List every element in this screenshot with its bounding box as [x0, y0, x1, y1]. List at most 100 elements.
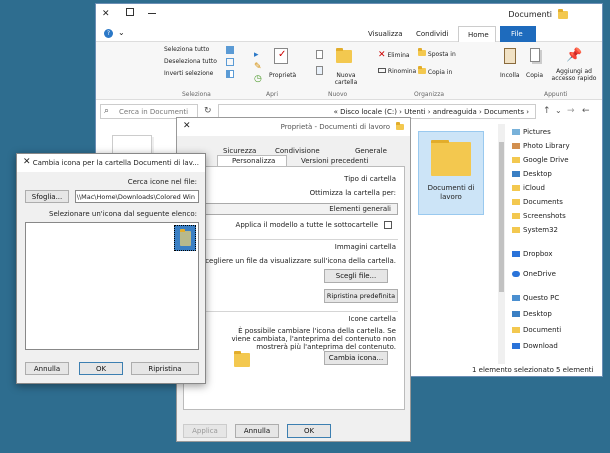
nav-photo-library[interactable]: Photo Library [512, 141, 602, 152]
new-folder-icon[interactable] [336, 48, 352, 63]
nav-desktop-pc[interactable]: Desktop [512, 309, 602, 320]
chevron-down-icon[interactable]: ⌄ [555, 106, 562, 115]
icon-list[interactable] [25, 222, 199, 350]
icon-path-field[interactable]: \\Mac\Home\Downloads\Colored Win [75, 190, 199, 203]
properties-ok-button[interactable]: OK [287, 424, 331, 438]
invert-grid-icon [226, 70, 234, 78]
history-icon[interactable]: ◷ [254, 74, 262, 84]
nav-pictures[interactable]: Pictures [512, 127, 602, 138]
tab-home[interactable]: Home [458, 26, 496, 42]
nav-screenshots[interactable]: Screenshots [512, 211, 602, 222]
icon-path-value: \\Mac\Home\Downloads\Colored Win [76, 193, 195, 201]
change-icon-cancel-button[interactable]: Annulla [25, 362, 69, 375]
properties-cancel-button[interactable]: Annulla [235, 424, 279, 438]
scrollbar-thumb[interactable] [499, 142, 504, 292]
tab-versioni-precedenti[interactable]: Versioni precedenti [301, 157, 368, 165]
select-grid-icon [226, 46, 234, 54]
group-appunti: Appunti [544, 91, 568, 98]
nav-documents[interactable]: Documents [512, 197, 602, 208]
rename-button[interactable]: Rinomina [378, 68, 416, 75]
properties-panel: Tipo di cartella Ottimizza la cartella p… [183, 166, 405, 410]
tab-sicurezza[interactable]: Sicurezza [223, 147, 256, 155]
apply-subfolders-checkbox[interactable] [384, 221, 392, 229]
new-item-icon[interactable] [316, 50, 323, 59]
easy-access-icon[interactable] [316, 66, 323, 75]
nav-onedrive[interactable]: OneDrive [512, 269, 602, 280]
group-organizza: Organizza [414, 91, 445, 98]
pin-icon[interactable]: 📌 [566, 48, 582, 63]
tab-generale[interactable]: Generale [355, 147, 387, 155]
paste-icon[interactable] [504, 48, 516, 64]
pin-quick-access-button[interactable]: Aggiungi ad accesso rapido [551, 68, 597, 82]
optimize-label: Ottimizza la cartella per: [309, 189, 396, 197]
nav-download[interactable]: Download [512, 341, 602, 352]
search-in-file-label: Cerca icone nel file: [127, 178, 197, 186]
invert-selection-button[interactable]: Inverti selezione [164, 70, 213, 77]
nav-dropbox[interactable]: Dropbox [512, 249, 602, 260]
close-button[interactable]: ✕ [102, 9, 110, 19]
change-icon-close-button[interactable]: ✕ [23, 157, 31, 167]
minimize-button[interactable] [148, 13, 156, 14]
nav-this-pc[interactable]: Questo PC [512, 293, 602, 304]
properties-close-button[interactable]: ✕ [183, 121, 191, 131]
maximize-button[interactable] [126, 8, 134, 16]
forward-icon[interactable]: → [567, 106, 575, 116]
move-to-button[interactable]: Sposta in [418, 48, 456, 58]
title-bar: ✕ Documenti [96, 4, 602, 26]
divider [192, 239, 398, 240]
selected-folder[interactable]: Documenti di lavoro [418, 131, 484, 215]
copy-icon[interactable] [530, 48, 540, 62]
tab-condivisione[interactable]: Condivisione [275, 147, 320, 155]
copy-button[interactable]: Copia [526, 72, 543, 79]
tab-visualizza[interactable]: Visualizza [368, 30, 402, 38]
section-folder-pictures: Immagini cartella [334, 243, 396, 251]
folder-up-icon[interactable]: ↑ [543, 106, 551, 116]
move-folder-icon [418, 48, 426, 56]
folder-pictures-desc: Scegliere un file da visualizzare sull'i… [200, 257, 396, 265]
rename-icon [378, 68, 386, 73]
copy-to-button[interactable]: Copia in [418, 66, 452, 76]
scrollbar[interactable] [498, 124, 505, 364]
change-icon-title: Cambia icona per la cartella Documenti d… [32, 159, 199, 167]
apply-subfolders-label: Applica il modello a tutte le sottocarte… [235, 221, 378, 229]
optimize-select[interactable]: Elementi generali [192, 203, 398, 215]
deselect-all-button[interactable]: Deseleziona tutto [164, 58, 217, 65]
new-folder-button[interactable]: Nuova cartella [332, 72, 360, 86]
delete-button[interactable]: ✕ Elimina [378, 50, 410, 60]
properties-title: Proprietà - Documenti di lavoro [280, 123, 390, 131]
deselect-grid-icon [226, 58, 234, 66]
tab-condividi[interactable]: Condividi [416, 30, 448, 38]
properties-button[interactable]: Proprietà [269, 72, 296, 79]
folder-icon [558, 9, 568, 19]
properties-folder-icon [396, 122, 404, 130]
select-all-button[interactable]: Seleziona tutto [164, 46, 209, 53]
back-icon[interactable]: ← [582, 106, 590, 116]
nav-google-drive[interactable]: Google Drive [512, 155, 602, 166]
properties-apply-button[interactable]: Applica [183, 424, 227, 438]
change-icon-button[interactable]: Cambia icona... [324, 351, 388, 365]
icon-option-selected[interactable] [174, 225, 196, 251]
change-icon-ok-button[interactable]: OK [79, 362, 123, 375]
edit-icon[interactable]: ✎ [254, 62, 262, 72]
restore-icon-button[interactable]: Ripristina [131, 362, 199, 375]
status-selected: 1 elemento selezionato [472, 366, 554, 374]
tab-file[interactable]: File [500, 26, 536, 42]
open-icon[interactable]: ▸ [254, 50, 259, 60]
work-folder-icon [431, 140, 471, 176]
window-title: Documenti [508, 10, 552, 19]
group-apri: Apri [266, 91, 279, 98]
nav-icloud[interactable]: iCloud [512, 183, 602, 194]
help-icon[interactable]: ? [104, 29, 113, 38]
nav-documenti[interactable]: Documenti [512, 325, 602, 336]
group-seleziona: Seleziona [182, 91, 211, 98]
nav-desktop[interactable]: Desktop [512, 169, 602, 180]
paste-button[interactable]: Incolla [500, 72, 520, 79]
tab-file-label: File [511, 30, 523, 38]
chevron-up-icon[interactable]: ⌄ [118, 28, 125, 37]
choose-file-button[interactable]: Scegli file... [324, 269, 388, 283]
refresh-icon[interactable]: ↻ [204, 106, 212, 116]
browse-button[interactable]: Sfoglia... [25, 190, 69, 203]
restore-default-button[interactable]: Ripristina predefinita [324, 289, 398, 303]
nav-system32[interactable]: System32 [512, 225, 602, 236]
tab-home-label: Home [468, 31, 489, 39]
